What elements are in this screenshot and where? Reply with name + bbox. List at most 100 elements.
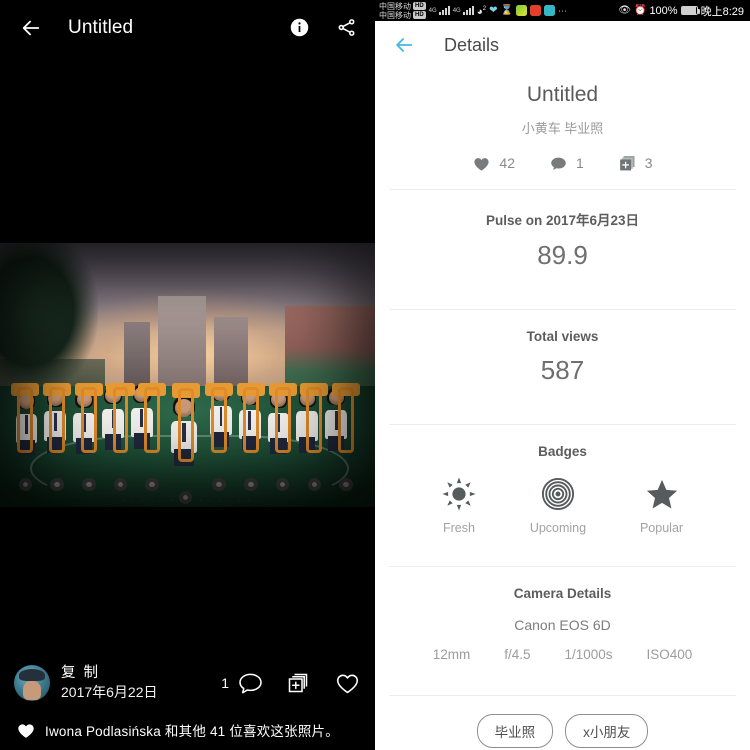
badge-fresh[interactable]: Fresh — [442, 477, 476, 535]
arrow-left-icon — [396, 38, 413, 52]
status-bar: 中国移动 HD 中国移动 HD 4G 4G ◕2 ❤ ⌛ ⋯ 👁 ⏰ 100% 晚上… — [375, 0, 750, 21]
network-type-2: 4G — [452, 7, 461, 14]
details-body: Untitled 小黄车 毕业照 42 1 3 Pulse on 2017年6月… — [375, 83, 750, 750]
comment-icon — [239, 673, 262, 693]
viewer-title: Untitled — [68, 16, 134, 38]
pulse-label: Pulse on 2017年6月23日 — [485, 213, 640, 228]
tags-row: 毕业照 x小朋友 — [389, 696, 736, 750]
photo-content: · · · · · · · · · · · · · · — [0, 243, 375, 507]
stat-likes[interactable]: 42 — [472, 155, 515, 172]
camera-label: Camera Details — [513, 586, 612, 601]
badges-section: Badges Fresh Upcoming Popular — [389, 425, 736, 549]
details-pane: 中国移动 HD 中国移动 HD 4G 4G ◕2 ❤ ⌛ ⋯ 👁 ⏰ 100% 晚上… — [375, 0, 750, 750]
share-icon — [338, 19, 355, 36]
photo-date: 2017年6月22日 — [61, 684, 158, 700]
viewer-topbar: Untitled — [0, 0, 375, 55]
badge-fresh-caption: Fresh — [442, 521, 475, 535]
photo-credit-strip: · · · · · · · · · · · · · · — [122, 498, 253, 504]
app-icon-teal — [543, 5, 555, 16]
stat-likes-value: 42 — [499, 155, 515, 171]
info-button[interactable] — [289, 17, 310, 38]
signal-bars-1 — [438, 6, 450, 15]
pulse-section: Pulse on 2017年6月23日 89.9 — [389, 190, 736, 292]
stat-comments[interactable]: 1 — [549, 155, 584, 172]
viewer-actions — [289, 17, 357, 38]
hd-badge-2: HD — [413, 11, 426, 19]
ellipsis-icon: ⋯ — [557, 5, 567, 16]
back-button[interactable] — [14, 11, 48, 45]
heart-filled-icon — [474, 157, 490, 171]
carrier-1: 中国移动 — [379, 1, 411, 11]
badges-row: Fresh Upcoming Popular — [389, 477, 736, 535]
camera-shutter-speed: 1/1000s — [564, 647, 613, 662]
signal-bars-2 — [462, 6, 474, 15]
author-info: 复 制 2017年6月22日 — [61, 665, 221, 701]
stat-collections[interactable]: 3 — [618, 154, 653, 172]
like-button[interactable] — [334, 671, 361, 696]
details-header: Details — [375, 21, 750, 69]
camera-iso: ISO400 — [646, 647, 693, 662]
comment-button[interactable] — [237, 671, 264, 696]
star-icon — [646, 479, 677, 509]
heart-icon: ❤ — [489, 4, 498, 16]
tag-chip[interactable]: 毕业照 — [476, 714, 554, 748]
details-back-button[interactable] — [391, 32, 417, 58]
camera-focal-length: 12mm — [432, 647, 471, 662]
screenshot-root: Untitled · · · · · · · · · · · · · · 复 制… — [0, 0, 750, 750]
network-type-1: 4G — [428, 7, 437, 14]
author-row: 复 制 2017年6月22日 1 — [14, 656, 361, 710]
badge-popular[interactable]: Popular — [640, 477, 683, 535]
alarm-icon: ⏰ — [633, 4, 647, 16]
stat-comments-value: 1 — [575, 155, 584, 171]
arrow-left-icon — [22, 20, 40, 35]
likes-summary-text: Iwona Podlasińska 和其他 41 位喜欢这张照片。 — [45, 724, 339, 739]
badge-popular-caption: Popular — [639, 521, 684, 535]
camera-aperture: f/4.5 — [504, 647, 531, 662]
share-button[interactable] — [336, 17, 357, 38]
app-icon-green — [515, 5, 527, 16]
carrier-2: 中国移动 — [379, 10, 411, 20]
viewer-footer: 复 制 2017年6月22日 1 Iwona Podlasińska 和其他 4… — [0, 656, 375, 750]
badge-upcoming[interactable]: Upcoming — [530, 477, 586, 535]
camera-section: Camera Details Canon EOS 6D 12mm f/4.5 1… — [389, 567, 736, 678]
comment-filled-icon — [551, 157, 566, 170]
details-photo-subtitle: 小黄车 毕业照 — [521, 121, 604, 136]
photo-image[interactable]: · · · · · · · · · · · · · · — [0, 243, 375, 507]
author-name[interactable]: 复 制 — [61, 665, 221, 682]
wifi-icon: ◕2 — [476, 5, 487, 18]
camera-specs: 12mm f/4.5 1/1000s ISO400 — [389, 647, 736, 662]
tag-chip[interactable]: x小朋友 — [565, 714, 649, 748]
footer-actions: 1 — [221, 671, 361, 696]
stat-collections-value: 3 — [644, 155, 653, 171]
avatar[interactable] — [14, 665, 50, 701]
app-icon-red — [529, 5, 541, 16]
photo-viewer-pane: Untitled · · · · · · · · · · · · · · 复 制… — [0, 0, 375, 750]
clock: 晚上8:29 — [700, 5, 744, 18]
add-to-collection-button[interactable] — [286, 671, 312, 696]
hourglass-icon: ⌛ — [500, 4, 513, 16]
rings-icon — [541, 477, 575, 511]
wifi-badge-count: 2 — [482, 5, 487, 12]
camera-model: Canon EOS 6D — [514, 617, 611, 633]
info-icon — [290, 18, 309, 37]
battery-percent: 100% — [649, 4, 678, 17]
details-stats-row: 42 1 3 — [389, 154, 736, 172]
comment-count: 1 — [221, 675, 229, 691]
add-to-collection-icon — [288, 673, 308, 692]
eye-icon: 👁 — [618, 4, 631, 16]
views-label: Total views — [526, 329, 599, 344]
add-to-collection-icon — [619, 156, 635, 171]
hd-badge-1: HD — [413, 2, 426, 10]
photo-tricycles — [11, 380, 364, 505]
pulse-value: 89.9 — [537, 240, 588, 270]
details-title: Details — [444, 34, 500, 55]
views-section: Total views 587 — [389, 310, 736, 407]
heart-filled-icon — [18, 724, 34, 738]
sun-icon — [442, 477, 476, 511]
heart-outline-icon — [336, 674, 359, 693]
likes-summary-row: Iwona Podlasińska 和其他 41 位喜欢这张照片。 — [14, 710, 361, 750]
details-photo-title: Untitled — [526, 83, 599, 106]
views-value: 587 — [540, 355, 585, 385]
badge-upcoming-caption: Upcoming — [529, 521, 587, 535]
battery-icon — [680, 6, 700, 15]
